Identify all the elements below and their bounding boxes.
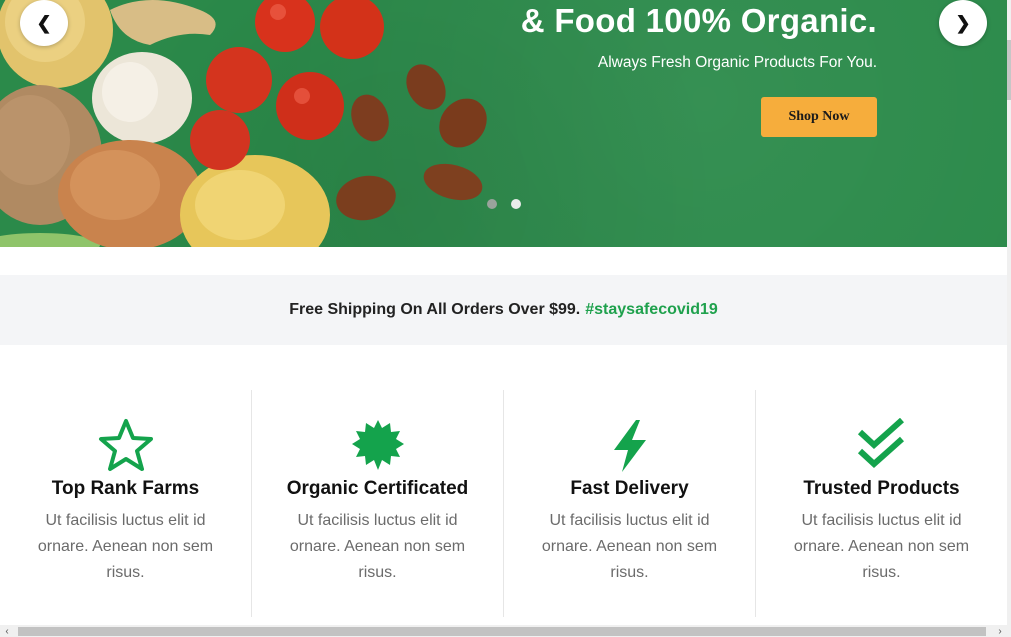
feature-title: Trusted Products: [803, 478, 960, 499]
shipping-banner: Free Shipping On All Orders Over $99. #s…: [0, 275, 1007, 345]
scroll-left-icon[interactable]: ‹: [0, 625, 14, 637]
shipping-text: Free Shipping On All Orders Over $99.: [289, 301, 581, 318]
slider-next-button[interactable]: ❯: [939, 0, 987, 46]
feature-description: Ut facilisis luctus elit id ornare. Aene…: [37, 512, 214, 581]
double-check-icon: [857, 418, 904, 469]
shipping-hashtag[interactable]: #staysafecovid19: [585, 301, 718, 319]
feature-fast-delivery: Fast Delivery Ut facilisis luctus elit i…: [504, 390, 756, 617]
slide-dot-1[interactable]: [487, 199, 497, 209]
produce-image: [0, 0, 487, 247]
feature-description: Ut facilisis luctus elit id ornare. Aene…: [541, 512, 718, 581]
horizontal-scrollbar[interactable]: ‹ ›: [0, 625, 1011, 637]
feature-title: Fast Delivery: [570, 478, 689, 499]
lightning-bolt-icon: [613, 420, 646, 472]
slider-pagination: [487, 199, 521, 209]
feature-trusted-products: Trusted Products Ut facilisis luctus eli…: [756, 390, 1007, 617]
hero-slider: & Food 100% Organic. Always Fresh Organi…: [0, 0, 1007, 247]
vertical-scrollbar-thumb[interactable]: [1007, 40, 1011, 100]
chevron-right-icon: ❯: [955, 12, 971, 33]
star-icon: [98, 419, 153, 471]
shop-now-button[interactable]: Shop Now: [761, 97, 877, 137]
hero-subtitle: Always Fresh Organic Products For You.: [597, 54, 877, 71]
scroll-right-icon[interactable]: ›: [993, 625, 1007, 637]
features-section: Top Rank Farms Ut facilisis luctus elit …: [0, 390, 1007, 617]
feature-description: Ut facilisis luctus elit id ornare. Aene…: [289, 512, 466, 581]
chevron-left-icon: ❮: [36, 12, 52, 33]
certificate-badge-icon: [351, 420, 404, 470]
feature-title: Organic Certificated: [286, 478, 469, 499]
feature-description: Ut facilisis luctus elit id ornare. Aene…: [793, 512, 970, 581]
vertical-scrollbar[interactable]: [1007, 0, 1011, 625]
horizontal-scrollbar-thumb[interactable]: [18, 627, 986, 636]
page: & Food 100% Organic. Always Fresh Organi…: [0, 0, 1007, 625]
feature-top-rank-farms: Top Rank Farms Ut facilisis luctus elit …: [0, 390, 252, 617]
feature-organic-certificated: Organic Certificated Ut facilisis luctus…: [252, 390, 504, 617]
hero-title: & Food 100% Organic.: [520, 2, 877, 39]
slider-prev-button[interactable]: ❮: [20, 0, 68, 46]
slide-dot-2[interactable]: [511, 199, 521, 209]
feature-title: Top Rank Farms: [51, 478, 200, 499]
